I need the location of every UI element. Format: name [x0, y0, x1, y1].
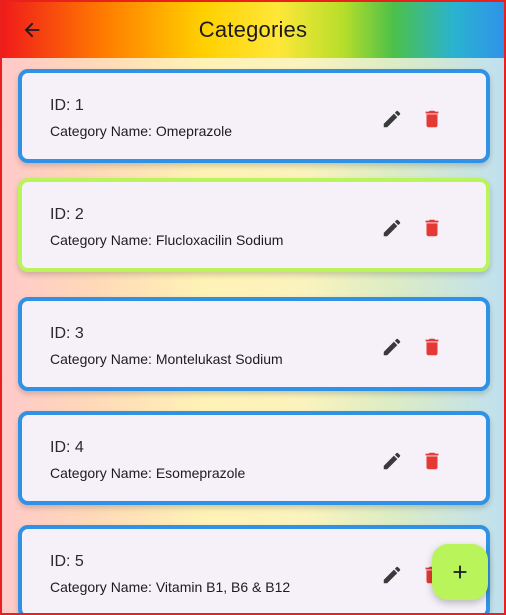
category-id: ID: 2: [50, 206, 84, 223]
category-id: ID: 3: [50, 325, 84, 342]
edit-button[interactable]: [378, 105, 406, 133]
trash-icon: [425, 219, 439, 237]
pencil-icon: [383, 566, 401, 584]
delete-button[interactable]: [418, 333, 446, 361]
back-button[interactable]: [18, 16, 46, 44]
delete-button[interactable]: [418, 105, 446, 133]
pencil-icon: [383, 452, 401, 470]
category-name: Category Name: Esomeprazole: [50, 465, 246, 481]
category-card: ID: 2 Category Name: Flucloxacilin Sodiu…: [18, 178, 490, 272]
edit-button[interactable]: [378, 561, 406, 589]
category-name: Category Name: Vitamin B1, B6 & B12: [50, 579, 291, 595]
add-category-button[interactable]: [432, 544, 488, 600]
category-card: ID: 1 Category Name: Omeprazole: [18, 69, 490, 163]
trash-icon: [425, 110, 439, 128]
page-title: Categories: [198, 17, 308, 42]
plus-icon: [453, 565, 467, 579]
pencil-icon: [383, 110, 401, 128]
delete-button[interactable]: [418, 214, 446, 242]
category-name: Category Name: Montelukast Sodium: [50, 351, 283, 367]
delete-button[interactable]: [418, 447, 446, 475]
category-list: ID: 1 Category Name: Omeprazole ID: 2 Ca…: [2, 58, 504, 613]
edit-button[interactable]: [378, 447, 406, 475]
trash-icon: [425, 452, 439, 470]
app-bar: Categories: [2, 2, 504, 58]
category-card: ID: 3 Category Name: Montelukast Sodium: [18, 297, 490, 391]
category-id: ID: 1: [50, 97, 84, 114]
category-id: ID: 4: [50, 439, 84, 456]
pencil-icon: [383, 219, 401, 237]
edit-button[interactable]: [378, 214, 406, 242]
category-name: Category Name: Omeprazole: [50, 123, 233, 139]
trash-icon: [425, 338, 439, 356]
category-id: ID: 5: [50, 553, 84, 570]
category-card: ID: 4 Category Name: Esomeprazole: [18, 411, 490, 505]
category-name: Category Name: Flucloxacilin Sodium: [50, 232, 284, 248]
edit-button[interactable]: [378, 333, 406, 361]
app-frame: Categories ID: 1 Category Name: Omeprazo…: [0, 0, 506, 615]
category-card: ID: 5 Category Name: Vitamin B1, B6 & B1…: [18, 525, 490, 613]
pencil-icon: [383, 338, 401, 356]
arrow-back-icon: [24, 22, 40, 38]
